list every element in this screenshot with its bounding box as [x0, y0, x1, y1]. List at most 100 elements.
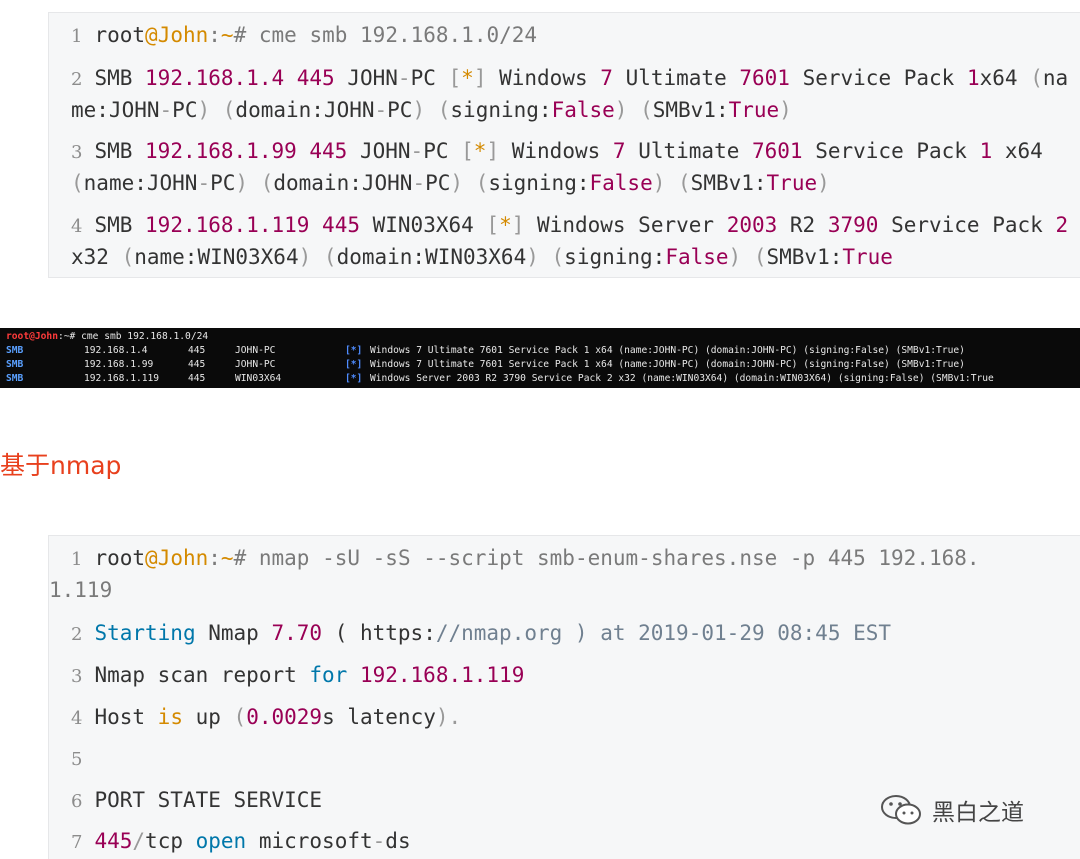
text: PC — [172, 98, 198, 122]
text: Host — [94, 705, 158, 729]
text: JOHN — [334, 66, 398, 90]
bool-false: False — [665, 245, 729, 269]
paren: ( — [741, 245, 767, 269]
text: PC — [423, 139, 462, 163]
command-continuation: 1.119 — [49, 578, 113, 602]
bracket: ] — [511, 213, 525, 237]
paren: ) — [298, 245, 312, 269]
ip: 192.168.1.4 — [145, 66, 285, 90]
paren: ) — [614, 98, 628, 122]
code-line-3: 3 SMB 192.168.1.99 445 JOHN-PC [*] Window… — [71, 136, 1080, 199]
terminal-proto: SMB — [6, 345, 24, 356]
keyword-for: for — [309, 663, 348, 687]
paren: ) — [197, 98, 211, 122]
terminal-port: 445 — [188, 345, 206, 356]
dash: - — [410, 139, 424, 163]
bool-true: True — [766, 171, 818, 195]
text: Windows — [499, 139, 613, 163]
paren: ) — [412, 98, 426, 122]
line-number: 7 — [71, 832, 83, 853]
paren: ( — [233, 705, 247, 729]
text: domain:WIN03X64 — [336, 245, 527, 269]
terminal-row: SMB 192.168.1.99 445 JOHN-PC [*] Windows 7 Ul… — [6, 358, 1080, 372]
dash: - — [397, 66, 411, 90]
code-line-4: 4 Host is up (0.0029s latency). — [71, 702, 1080, 734]
text: SMBv1: — [652, 98, 729, 122]
star: * — [499, 213, 512, 237]
text: signing: — [450, 98, 552, 122]
line-number: 2 — [71, 69, 83, 90]
bool-true: True — [842, 245, 893, 269]
terminal-info: Windows Server 2003 R2 3790 Service Pack… — [370, 373, 994, 384]
paren: ) — [526, 245, 539, 269]
prompt-tilde: ~ — [220, 546, 234, 570]
code-line-2: 2 SMB 192.168.1.4 445 JOHN-PC [*] Windows… — [71, 63, 1080, 126]
prompt-user: root — [94, 23, 146, 47]
paren: ( — [1030, 66, 1043, 90]
terminal-ip: 192.168.1.99 — [84, 359, 154, 370]
terminal-port: 445 — [188, 359, 206, 370]
prompt-host: John — [157, 23, 209, 47]
keyword-is: is — [157, 705, 183, 729]
bracket: ] — [486, 139, 500, 163]
number: 3790 — [827, 213, 879, 237]
text: Ultimate — [625, 139, 752, 163]
terminal-proto: SMB — [6, 359, 24, 370]
text: ( https: — [322, 621, 436, 645]
text: Service Pack — [789, 66, 967, 90]
text: Service Pack — [802, 139, 980, 163]
bracket: [ — [461, 139, 474, 163]
line-number: 2 — [71, 624, 83, 645]
paren: ( — [210, 98, 236, 122]
url-comment: //nmap.org ) at 2019 — [435, 621, 689, 645]
text: Ultimate — [612, 66, 740, 90]
version-number: 7.70 — [271, 621, 323, 645]
prompt-hash: # — [233, 546, 247, 570]
ip: 192.168.1.119 — [347, 663, 525, 687]
text: x64 — [992, 139, 1056, 163]
prompt-user: root — [94, 546, 146, 570]
terminal-star: [*] — [345, 359, 363, 370]
keyword-open: open — [195, 829, 247, 853]
port: 445 — [296, 139, 348, 163]
number: 7 — [612, 139, 626, 163]
terminal-row: SMB 192.168.1.119 445 WIN03X64 [*] Windows Se… — [6, 372, 1080, 386]
paren: ) — [450, 171, 464, 195]
text: x64 — [979, 66, 1031, 90]
paren: ( — [627, 98, 653, 122]
text: s latency — [322, 705, 436, 729]
terminal-ip: 192.168.1.119 — [84, 373, 160, 384]
text: 01 — [701, 621, 727, 645]
proto: SMB — [94, 139, 146, 163]
text: Nmap scan report — [94, 663, 310, 687]
prompt-colon: : — [208, 546, 221, 570]
star: * — [473, 139, 487, 163]
terminal-star: [*] — [345, 373, 363, 384]
line-number: 6 — [71, 791, 83, 812]
text: name:JOHN — [83, 171, 198, 195]
terminal-host: WIN03X64 — [235, 373, 282, 384]
bracket: [ — [448, 66, 462, 90]
bracket: [ — [486, 213, 500, 237]
paren: ( — [311, 245, 337, 269]
bracket: ] — [473, 66, 487, 90]
text: PC — [387, 98, 413, 122]
paren: ( — [425, 98, 451, 122]
latency-number: 0.0029 — [246, 705, 323, 729]
text: Windows — [486, 66, 601, 90]
command-text: nmap -sU -sS --script smb-enum-shares.ns… — [246, 546, 980, 570]
line-number: 1 — [71, 549, 83, 570]
dash: - — [197, 171, 211, 195]
text: Service Pack — [878, 213, 1056, 237]
command-text: cme smb — [246, 23, 361, 47]
terminal-info: Windows 7 Ultimate 7601 Service Pack 1 x… — [370, 359, 965, 370]
text: JOHN — [347, 139, 411, 163]
terminal-port: 445 — [188, 373, 206, 384]
terminal-ip: 192.168.1.4 — [84, 345, 148, 356]
text: Nmap — [195, 621, 272, 645]
terminal-screenshot: root@John:~# cme smb 192.168.1.0/24 SMB 1… — [0, 328, 1080, 388]
text: domain:JOHN — [235, 98, 375, 122]
number: 1 — [979, 139, 993, 163]
text: PC — [210, 171, 236, 195]
terminal-info: Windows 7 Ultimate 7601 Service Pack 1 x… — [370, 345, 965, 356]
